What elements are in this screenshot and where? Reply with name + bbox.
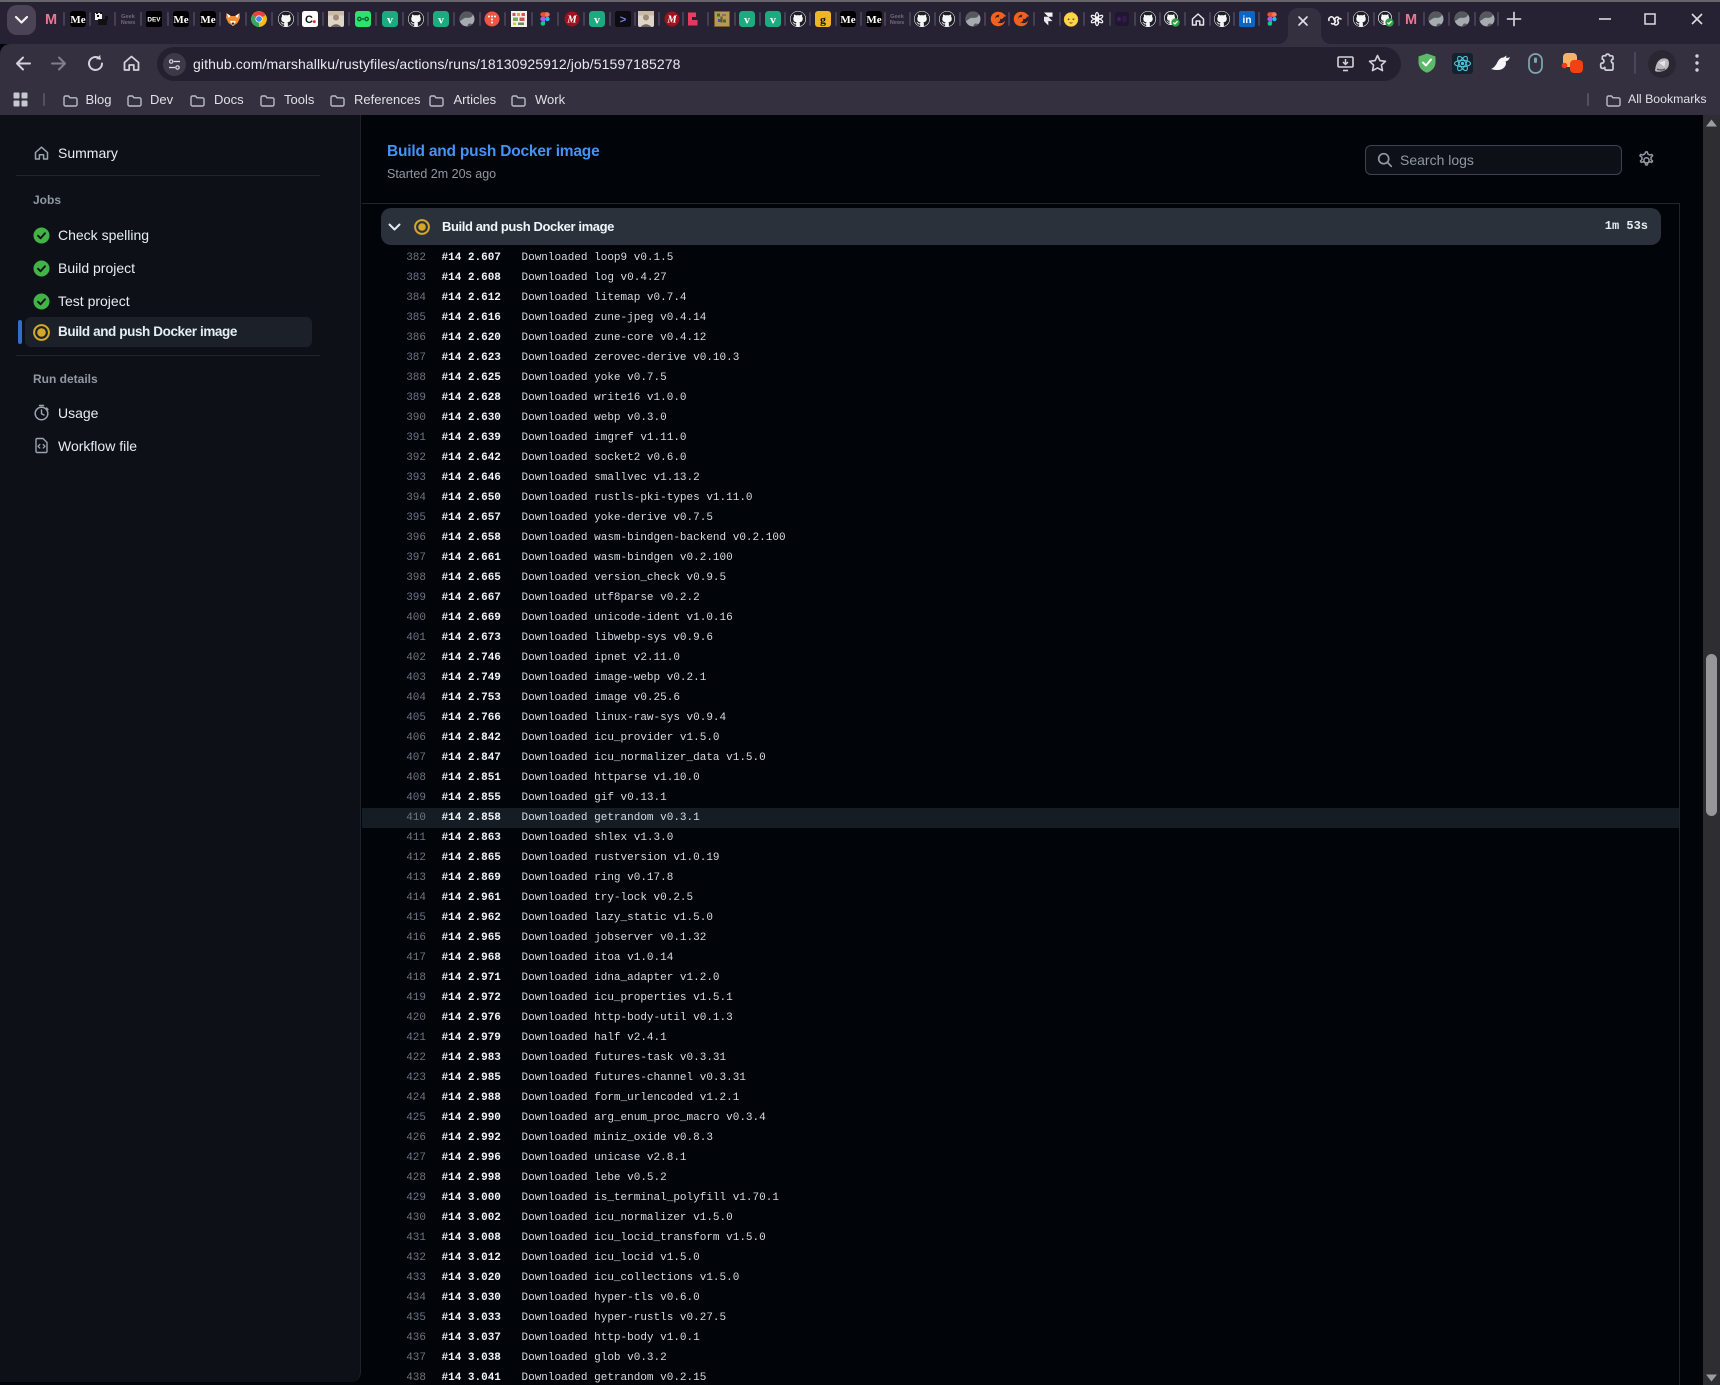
svg-text:M: M: [45, 12, 57, 27]
svg-text:News: News: [121, 20, 136, 26]
svg-text:M: M: [566, 15, 577, 26]
svg-text:News: News: [890, 20, 905, 26]
svg-text:DEV: DEV: [148, 17, 162, 24]
svg-text:>: >: [620, 15, 627, 27]
svg-text:v: v: [770, 12, 776, 26]
svg-text:v: v: [438, 12, 444, 26]
svg-text:Me: Me: [174, 14, 189, 26]
svg-text:Me: Me: [866, 14, 881, 26]
svg-text:C: C: [305, 14, 313, 26]
svg-text:Me: Me: [841, 14, 856, 26]
svg-text:v: v: [744, 12, 750, 26]
svg-text:g: g: [820, 12, 826, 26]
svg-text:M: M: [1405, 12, 1417, 27]
svg-text:v: v: [387, 12, 393, 26]
svg-text:in: in: [1242, 15, 1251, 26]
svg-text:Me: Me: [200, 14, 215, 26]
svg-text:Me: Me: [70, 14, 85, 26]
svg-text:M: M: [666, 15, 677, 26]
svg-text:v: v: [594, 12, 600, 26]
